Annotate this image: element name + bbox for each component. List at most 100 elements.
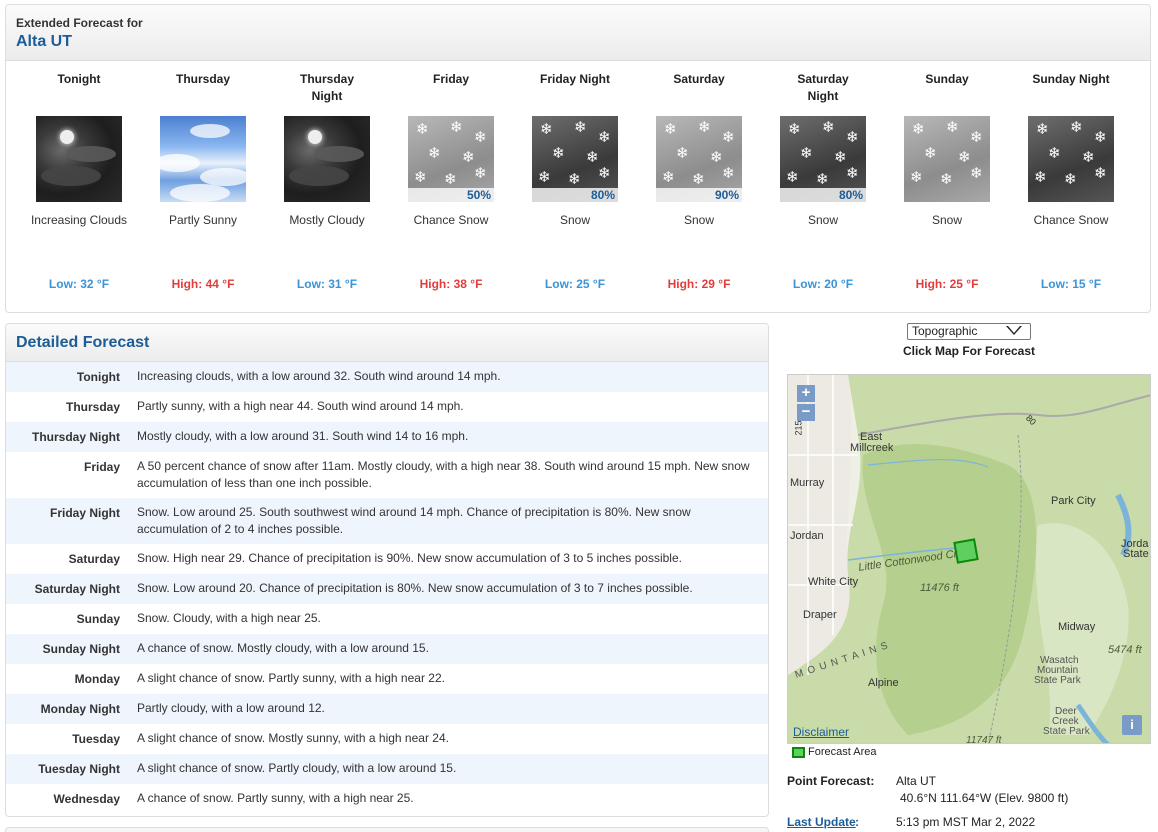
map-label-elev-11747: 11747 ft xyxy=(966,735,1002,744)
detailed-period-label: Saturday Night xyxy=(34,582,120,596)
map-caption: Click Map For Forecast xyxy=(902,344,1036,358)
legend-label: Forecast Area xyxy=(808,746,877,758)
detailed-period-text: Snow. Low around 25. South southwest win… xyxy=(137,505,691,536)
detailed-forecast-row: Sunday Snow. Cloudy, with a high near 25. xyxy=(6,604,768,634)
detailed-forecast-row: Monday A slight chance of snow. Partly su… xyxy=(6,664,768,694)
short-forecast: Increasing Clouds xyxy=(30,213,128,227)
detailed-period-text: Snow. High near 29. Chance of precipitat… xyxy=(137,551,682,565)
snow-icon: ❄ ❄ ❄ ❄ ❄ ❄ ❄ ❄ 80% xyxy=(532,116,618,202)
detailed-forecast-row: Sunday Night A chance of snow. Mostly clo… xyxy=(6,634,768,664)
detailed-period-text: Increasing clouds, with a low around 32.… xyxy=(137,369,501,383)
period-name: Friday Night xyxy=(539,72,610,86)
detailed-period-text: Snow. Cloudy, with a high near 25. xyxy=(137,611,321,625)
period-temp: Low: 32 °F xyxy=(48,277,110,291)
forecast-period[interactable]: Friday Night ❄ ❄ ❄ ❄ ❄ ❄ ❄ ❄ 80% Snow Low: 25 °F xyxy=(513,71,637,291)
forecast-period[interactable]: Thursday Partly Sunny High: 44 °F xyxy=(141,71,265,291)
map-label-midway: Midway xyxy=(1058,621,1096,633)
forecast-map[interactable]: + − East Millcreek Murray Park City Jord… xyxy=(787,374,1151,744)
detailed-forecast-row: Tonight Increasing clouds, with a low aro… xyxy=(6,362,768,392)
forecast-period[interactable]: Sunday Night ❄ ❄ ❄ ❄ ❄ ❄ ❄ ❄ Chance Snow Low: 15 °… xyxy=(1009,71,1133,291)
info-icon[interactable]: i xyxy=(1122,715,1142,735)
period-temp: High: 38 °F xyxy=(419,277,483,291)
detailed-period-label: Sunday xyxy=(76,612,120,626)
detailed-forecast-row: Tuesday A slight chance of snow. Mostly s… xyxy=(6,724,768,754)
detailed-period-label: Friday xyxy=(83,460,120,474)
detailed-forecast-title: Detailed Forecast xyxy=(6,324,768,362)
map-label-elev-11476: 11476 ft xyxy=(920,582,959,594)
period-temp: Low: 15 °F xyxy=(1040,277,1102,291)
short-forecast: Partly Sunny xyxy=(168,213,238,227)
detailed-forecast-table: Tonight Increasing clouds, with a low aro… xyxy=(6,362,768,814)
map-label-murray: Murray xyxy=(790,477,825,489)
last-update-link[interactable]: Last Update xyxy=(787,815,856,829)
detailed-period-label: Friday Night xyxy=(49,506,120,520)
detailed-forecast-row: Thursday Partly sunny, with a high near 4… xyxy=(6,392,768,422)
detailed-period-text: Snow. Low around 20. Chance of precipita… xyxy=(137,581,693,595)
map-label-white-city: White City xyxy=(808,576,859,588)
detailed-period-label: Saturday xyxy=(68,552,120,566)
short-forecast: Snow xyxy=(931,213,963,227)
detailed-period-label: Tuesday xyxy=(72,732,120,746)
night-clouds-icon xyxy=(284,116,370,202)
point-forecast-location: Alta UT xyxy=(896,774,937,788)
map-label-state-park: State Park xyxy=(1034,675,1081,686)
forecast-period[interactable]: Saturday Night ❄ ❄ ❄ ❄ ❄ ❄ ❄ ❄ 80% Snow Low: 20 °F xyxy=(761,71,885,291)
forecast-period[interactable]: Thursday Night Mostly Cloudy Low: 31 °F xyxy=(265,71,389,291)
detailed-forecast-panel: Detailed Forecast Tonight Increasing clou… xyxy=(5,323,769,817)
map-legend: Forecast Area xyxy=(792,746,876,758)
extended-forecast-header: Extended Forecast for Alta UT xyxy=(6,5,1150,61)
night-clouds-icon xyxy=(36,116,122,202)
forecast-period[interactable]: Friday ❄ ❄ ❄ ❄ ❄ ❄ ❄ ❄ 50% Chance Snow High: 38 °F xyxy=(389,71,513,291)
precip-chance: 50% xyxy=(408,188,494,202)
point-forecast-label: Point Forecast: xyxy=(787,774,875,788)
detailed-period-label: Thursday Night xyxy=(31,430,120,444)
snow-icon: ❄ ❄ ❄ ❄ ❄ ❄ ❄ ❄ 80% xyxy=(780,116,866,202)
detailed-forecast-row: Wednesday A chance of snow. Partly sunny,… xyxy=(6,784,768,814)
short-forecast: Snow xyxy=(807,213,839,227)
last-update-label: Last Update xyxy=(787,815,856,829)
forecast-period[interactable]: Saturday ❄ ❄ ❄ ❄ ❄ ❄ ❄ ❄ 90% Snow High: 29 °F xyxy=(637,71,761,291)
period-name: Tonight xyxy=(57,72,101,86)
detailed-period-text: A slight chance of snow. Partly sunny, w… xyxy=(137,671,445,685)
map-type-select[interactable]: Topographic xyxy=(907,323,1031,340)
detailed-forecast-row: Saturday Night Snow. Low around 20. Chanc… xyxy=(6,574,768,604)
precip-chance: 90% xyxy=(656,188,742,202)
period-temp: High: 44 °F xyxy=(171,277,235,291)
detailed-forecast-row: Friday A 50 percent chance of snow after … xyxy=(6,452,768,498)
map-disclaimer-link[interactable]: Disclaimer xyxy=(793,725,849,739)
last-update-value: 5:13 pm MST Mar 2, 2022 xyxy=(896,815,1036,829)
detailed-period-text: Partly cloudy, with a low around 12. xyxy=(137,701,325,715)
detailed-period-label: Thursday xyxy=(65,400,120,414)
snow-icon: ❄ ❄ ❄ ❄ ❄ ❄ ❄ ❄ xyxy=(1028,116,1114,202)
period-name: Saturday Night xyxy=(797,72,849,103)
zoom-in-button[interactable]: + xyxy=(797,385,815,402)
map-label-park-city: Park City xyxy=(1051,495,1096,507)
detailed-forecast-row: Monday Night Partly cloudy, with a low ar… xyxy=(6,694,768,724)
snow-icon: ❄ ❄ ❄ ❄ ❄ ❄ ❄ ❄ 90% xyxy=(656,116,742,202)
period-temp: Low: 25 °F xyxy=(544,277,606,291)
map-label-draper: Draper xyxy=(803,609,837,621)
period-name: Thursday xyxy=(175,72,230,86)
snow-icon: ❄ ❄ ❄ ❄ ❄ ❄ ❄ ❄ 50% xyxy=(408,116,494,202)
period-name: Friday xyxy=(432,72,469,86)
detailed-period-label: Monday Night xyxy=(40,702,120,716)
detailed-period-label: Wednesday xyxy=(53,792,120,806)
detailed-period-text: Mostly cloudy, with a low around 31. Sou… xyxy=(137,429,469,443)
detailed-forecast-row: Friday Night Snow. Low around 25. South s… xyxy=(6,498,768,544)
map-label-jordan: Jordan xyxy=(790,530,824,542)
forecast-period[interactable]: Tonight Increasing Clouds Low: 32 °F xyxy=(17,71,141,291)
short-forecast: Chance Snow xyxy=(1033,213,1109,227)
period-temp: High: 25 °F xyxy=(915,277,979,291)
zoom-out-button[interactable]: − xyxy=(797,404,815,421)
detailed-period-label: Sunday Night xyxy=(42,642,120,656)
map-label-alpine: Alpine xyxy=(868,677,899,689)
map-label-road-215: 215 xyxy=(793,420,804,436)
precip-chance: 80% xyxy=(532,188,618,202)
snow-icon: ❄ ❄ ❄ ❄ ❄ ❄ ❄ ❄ xyxy=(904,116,990,202)
topo-map-graphic xyxy=(788,375,1150,743)
partly-sunny-icon xyxy=(160,116,246,202)
forecast-period[interactable]: Sunday ❄ ❄ ❄ ❄ ❄ ❄ ❄ ❄ Snow High: 25 °F xyxy=(885,71,1009,291)
map-label-deer-creek-park: State Park xyxy=(1043,726,1090,737)
period-temp: Low: 31 °F xyxy=(296,277,358,291)
detailed-period-text: A slight chance of snow. Mostly sunny, w… xyxy=(137,731,449,745)
